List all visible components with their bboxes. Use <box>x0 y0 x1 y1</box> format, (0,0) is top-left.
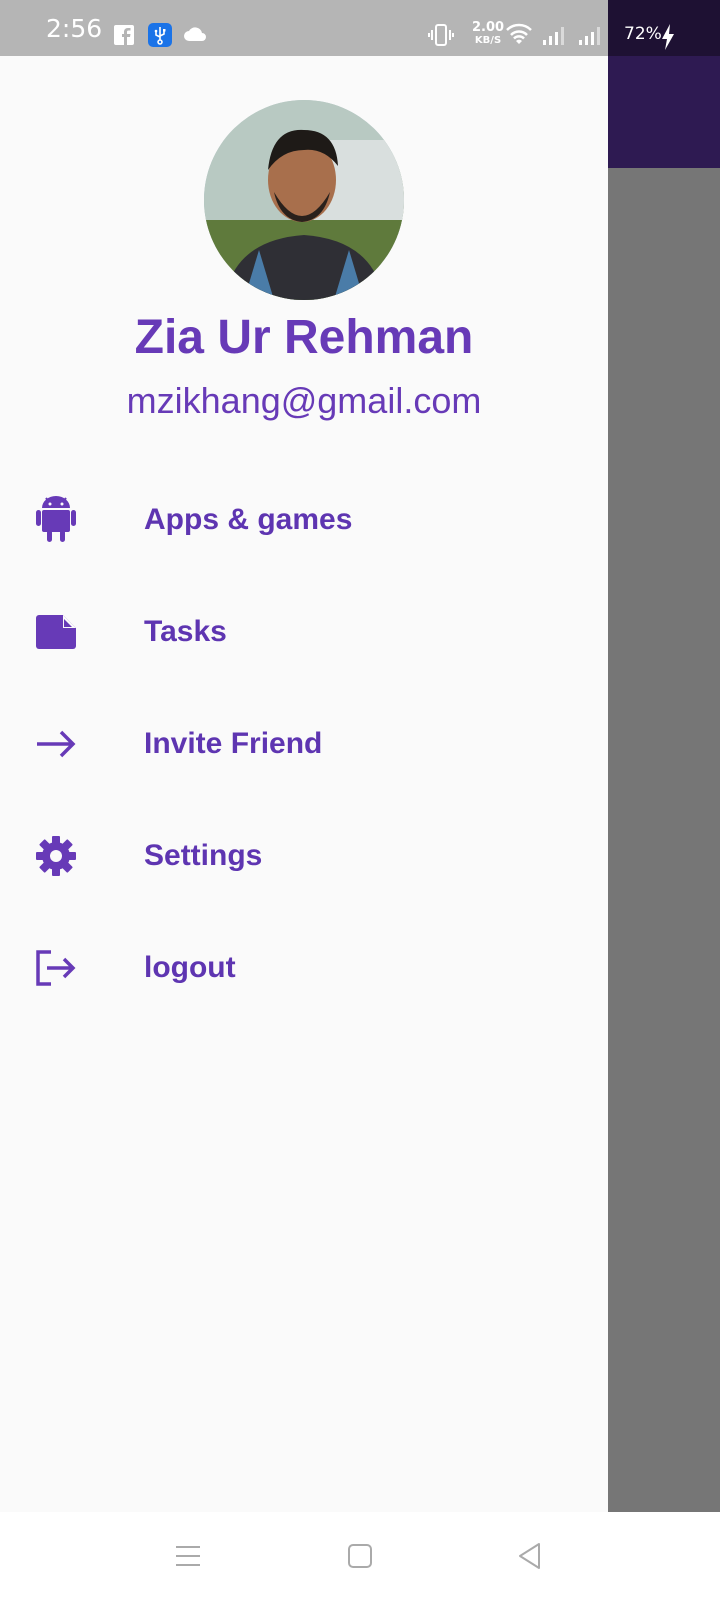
wifi-icon <box>505 22 533 51</box>
facebook-notification-icon <box>114 25 134 45</box>
usb-icon <box>148 23 172 47</box>
home-icon[interactable] <box>344 1540 376 1572</box>
menu-label: Invite Friend <box>144 727 323 760</box>
network-speed-unit: KB/S <box>474 35 502 46</box>
background-app-bar <box>608 56 720 168</box>
back-icon[interactable] <box>514 1540 546 1572</box>
network-speed-value: 2.00 <box>472 20 505 35</box>
note-icon <box>34 610 78 654</box>
menu-item-logout[interactable]: logout <box>0 912 608 1024</box>
menu-item-tasks[interactable]: Tasks <box>0 576 608 688</box>
menu-item-invite-friend[interactable]: Invite Friend <box>0 688 608 800</box>
signal-icon-sim2 <box>578 24 604 51</box>
android-icon <box>34 496 78 542</box>
drawer-scrim[interactable] <box>608 168 720 1512</box>
menu-label: Settings <box>144 839 263 872</box>
user-name: Zia Ur Rehman <box>134 311 474 364</box>
user-email: mzikhang@gmail.com <box>126 380 482 421</box>
gear-icon <box>34 834 78 878</box>
arrow-right-icon <box>34 722 78 766</box>
battery-level: 72% <box>624 24 662 44</box>
network-speed: 2.00 KB/S <box>472 20 505 47</box>
menu-label: logout <box>144 951 236 984</box>
menu-item-settings[interactable]: Settings <box>0 800 608 912</box>
avatar[interactable] <box>204 100 404 300</box>
menu-label: Apps & games <box>144 503 353 536</box>
system-navigation-bar <box>0 1512 720 1600</box>
navigation-drawer: Zia Ur Rehman mzikhang@gmail.com Apps & … <box>0 56 608 1512</box>
signal-icon-sim1 <box>542 24 568 51</box>
logout-icon <box>34 946 78 990</box>
status-bar: 2:56 2.00 KB/S <box>0 0 608 56</box>
status-bar-right: 72% <box>608 0 720 56</box>
menu-label: Tasks <box>144 615 227 648</box>
status-time: 2:56 <box>46 14 103 43</box>
charging-icon <box>660 24 676 55</box>
vibrate-icon <box>428 22 454 53</box>
recents-menu-icon[interactable] <box>172 1540 204 1572</box>
cloud-icon <box>183 27 207 41</box>
menu-item-apps-games[interactable]: Apps & games <box>0 464 608 576</box>
